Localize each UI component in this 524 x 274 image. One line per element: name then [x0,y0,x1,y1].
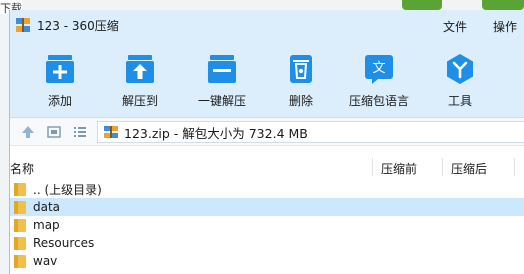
one-click-extract-button[interactable]: 一键解压 [190,52,254,109]
list-item[interactable]: .. (上级目录) [10,180,524,198]
title-bar: 123 - 360压缩 文件 操作 [10,10,524,40]
archive-app-icon [16,18,30,32]
archive-language-button[interactable]: 文 压缩包语言 [343,52,415,109]
file-name: data [33,200,61,214]
folder-icon [14,218,26,232]
thumbnail-view-icon[interactable] [46,124,62,140]
svg-text:文: 文 [372,61,385,76]
extract-to-label: 解压到 [121,94,158,108]
extract-to-button[interactable]: 解压到 [108,52,172,109]
tools-icon [447,54,473,84]
file-name: wav [33,254,58,268]
delete-button[interactable]: 删除 [269,52,333,109]
column-before-header[interactable]: 压缩前 [381,160,417,177]
column-divider [442,158,443,176]
background-tab [402,0,442,10]
column-name-header[interactable]: 名称 [10,160,34,177]
file-name: Resources [33,236,95,250]
folder-icon [14,236,26,250]
background-tab [482,0,524,10]
up-arrow-icon[interactable] [20,124,36,140]
file-name: .. (上级目录) [33,182,102,197]
address-field[interactable]: 123.zip - 解包大小为 732.4 MB [97,121,524,143]
one-click-extract-label: 一键解压 [197,94,246,108]
menu-file[interactable]: 文件 [443,18,467,35]
menu-operation[interactable]: 操作 [493,18,517,35]
folder-icon [14,200,26,214]
add-button[interactable]: 添加 [28,52,92,109]
folder-icon [14,182,26,196]
background-window-strip [22,0,524,10]
archive-language-icon: 文 [365,55,393,84]
add-label: 添加 [47,94,72,108]
add-icon [46,55,74,83]
list-item[interactable]: map [10,216,524,234]
archive-window: 123 - 360压缩 文件 操作 添加 解压到 一键解压 删除 文 压缩包语言… [9,10,524,274]
column-divider [372,158,373,176]
extract-to-icon [126,55,154,83]
toolbar: 添加 解压到 一键解压 删除 文 压缩包语言 工具 [10,40,524,118]
list-item[interactable]: data [10,198,524,216]
file-name: map [33,218,60,232]
column-divider [514,158,515,176]
folder-icon [14,254,26,268]
column-after-header[interactable]: 压缩后 [451,160,487,177]
zip-file-icon [104,126,118,138]
list-item[interactable]: wav [10,252,524,270]
delete-label: 删除 [288,94,313,108]
file-list: .. (上级目录) data map Resources wav [10,180,524,270]
column-header-row: 名称 压缩前 压缩后 [10,156,524,178]
tools-label: 工具 [447,94,472,108]
archive-language-label: 压缩包语言 [348,94,409,108]
window-title: 123 - 360压缩 [37,18,119,33]
delete-icon [290,55,312,83]
list-view-icon[interactable] [72,124,88,140]
address-bar: 123.zip - 解包大小为 732.4 MB [10,118,524,146]
tools-button[interactable]: 工具 [428,52,492,109]
one-click-extract-icon [208,55,236,83]
address-text: 123.zip - 解包大小为 732.4 MB [124,125,308,141]
list-item[interactable]: Resources [10,234,524,252]
